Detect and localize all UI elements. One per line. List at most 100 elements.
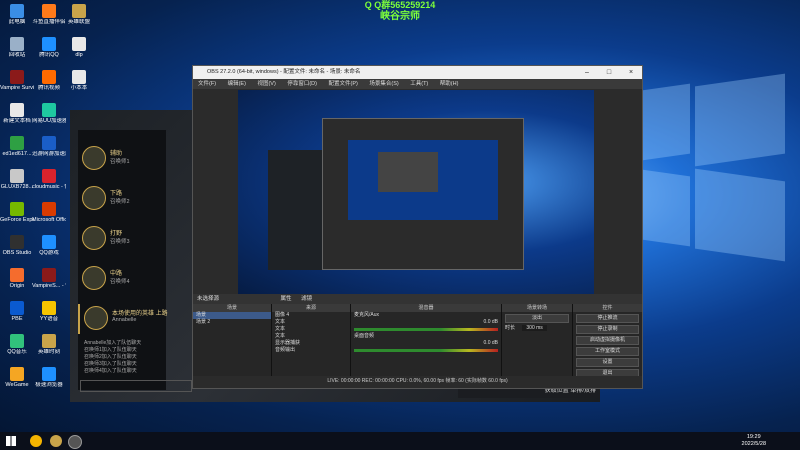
desktop-icon[interactable]: GLUXB728... (0, 169, 34, 190)
settings-button[interactable]: 设置 (576, 358, 639, 367)
app-icon (42, 367, 56, 381)
chat-line: 召唤师1加入了队伍聊天 (84, 347, 137, 353)
desktop-icon-label: 英雄时刻 (37, 349, 60, 355)
source-item[interactable]: 音频输出 (272, 347, 350, 354)
menu-view[interactable]: 视图(V) (257, 81, 275, 87)
desktop-icon[interactable]: cloudmusic - 快捷方式 (32, 169, 66, 190)
studio-mode-button[interactable]: 工作室模式 (576, 347, 639, 356)
chrome-icon[interactable] (30, 435, 42, 447)
desktop-icon[interactable]: GeForce Experience (0, 202, 34, 223)
desktop-icon-label: VampireS... - 快捷方式 (32, 283, 66, 289)
obs-titlebar: OBS 27.2.0 (64-bit, windows) - 配置文件: 未命名… (193, 66, 642, 79)
menu-file[interactable]: 文件(F) (198, 81, 216, 87)
source-item[interactable]: 文本 (272, 319, 350, 326)
summoner-name: 召唤师2 (110, 199, 130, 205)
menu-help[interactable]: 帮助(H) (440, 81, 459, 87)
maximize-icon[interactable]: □ (598, 66, 620, 79)
league-client-icon[interactable] (50, 435, 62, 447)
desktop-icon[interactable]: PBE (0, 301, 34, 322)
desktop-icon[interactable]: dlp (62, 37, 96, 58)
desktop-icon[interactable]: OBS Studio (0, 235, 34, 256)
properties-button[interactable]: 属性 (281, 296, 292, 302)
desktop-icon[interactable]: ed1ed617... (0, 136, 34, 157)
scene-item[interactable]: 场景 (193, 312, 271, 319)
app-icon (10, 169, 24, 183)
mixer-header: 混音器 (351, 304, 501, 312)
desktop-icon-label: 斗鱼直播伴侣 (32, 19, 66, 25)
summoner-name: 召唤师1 (110, 159, 130, 165)
desktop-icon[interactable]: Origin (0, 268, 34, 289)
obs-menubar: 文件(F) 编辑(E) 视图(V) 停靠窗口(D) 配置文件(P) 场景集合(S… (193, 79, 642, 89)
obs-preview[interactable] (238, 90, 594, 294)
source-item[interactable]: 显示器捕获 (272, 340, 350, 347)
app-icon (42, 136, 56, 150)
desktop-icon[interactable]: 腾讯视频 (32, 70, 66, 91)
desktop-icon[interactable]: 英雄时刻 (32, 334, 66, 355)
system-clock[interactable]: 19:29 2022/5/28 (742, 434, 766, 448)
mixer-track-name: 桌面音频 (354, 333, 375, 339)
desktop-icon-label: 腾讯QQ (39, 52, 59, 58)
menu-tools[interactable]: 工具(T) (410, 81, 428, 87)
app-icon (42, 70, 56, 84)
desktop-icon-label: OBS Studio (2, 250, 32, 256)
desktop-icon[interactable]: YY语音 (32, 301, 66, 322)
filters-button[interactable]: 滤镜 (301, 296, 312, 302)
app-icon (10, 334, 24, 348)
virtual-camera-button[interactable]: 启动虚拟摄像机 (576, 336, 639, 345)
controls-panel: 控件 停止推流 停止录制 启动虚拟摄像机 工作室模式 设置 退出 (573, 304, 642, 378)
desktop-icon-label: Origin (9, 283, 25, 289)
app-icon (42, 103, 56, 117)
desktop-icon-label: GLUXB728... (0, 184, 34, 190)
audio-mixer-panel: 混音器 麦克风/Aux 0.0 dB 桌面音频 0.0 dB (351, 304, 502, 376)
menu-scene-collection[interactable]: 场景集合(S) (369, 81, 398, 87)
stop-streaming-button[interactable]: 停止推流 (576, 314, 639, 323)
obs-window: OBS 27.2.0 (64-bit, windows) - 配置文件: 未命名… (192, 65, 643, 389)
chat-input[interactable] (80, 380, 192, 392)
desktop-icon-label: QQ音乐 (7, 349, 27, 355)
desktop-icon[interactable]: 回收站 (0, 37, 34, 58)
champion-portrait-icon (82, 266, 106, 290)
chat-line: 召唤师3加入了队伍聊天 (84, 361, 137, 367)
desktop-icon[interactable]: Microsoft Office (32, 202, 66, 223)
desktop-icon-label: 腾讯视频 (37, 85, 60, 91)
transition-select[interactable]: 淡出 (505, 314, 569, 323)
desktop-icon[interactable]: 斗鱼直播伴侣 (32, 4, 66, 25)
obs-taskbar-icon[interactable] (68, 435, 82, 449)
source-item[interactable]: 文本 (272, 333, 350, 340)
app-icon (72, 37, 86, 51)
desktop-icon[interactable]: 网易UU加速器 (32, 103, 66, 124)
start-icon[interactable] (6, 436, 16, 446)
desktop-icon[interactable]: VampireS... - 快捷方式 (32, 268, 66, 289)
menu-docks[interactable]: 停靠窗口(D) (287, 81, 317, 87)
desktop-icon[interactable]: 新建文本档 (0, 103, 34, 124)
desktop-icon[interactable]: 迅游网游加速器 (32, 136, 66, 157)
desktop-icon-label: Vampire Surviv... (0, 85, 34, 91)
menu-edit[interactable]: 编辑(E) (228, 81, 246, 87)
close-icon[interactable]: × (620, 66, 642, 79)
summoner-name: 召唤师3 (110, 239, 130, 245)
app-icon (10, 367, 24, 381)
scene-item[interactable]: 场景 2 (193, 319, 271, 326)
source-item[interactable]: 图像 4 (272, 312, 350, 319)
app-icon (42, 301, 56, 315)
desktop-icon[interactable]: WeGame (0, 367, 34, 388)
menu-profile[interactable]: 配置文件(P) (328, 81, 357, 87)
source-toolbar: 未选择源 属性 滤镜 (193, 294, 642, 304)
desktop-icon[interactable]: 腾讯QQ (32, 37, 66, 58)
champion-slot: 打野 召唤师3 (78, 224, 188, 254)
source-item[interactable]: 文本 (272, 326, 350, 333)
desktop-icon[interactable]: 极速浏览器 (32, 367, 66, 388)
stop-recording-button[interactable]: 停止录制 (576, 325, 639, 334)
champion-portrait-icon (82, 186, 106, 210)
desktop-icon[interactable]: 英雄联盟 (62, 4, 96, 25)
scenes-header: 场景 (193, 304, 271, 312)
mixer-track-name: 麦克风/Aux (354, 312, 380, 318)
duration-field[interactable]: 300 ms (522, 325, 547, 331)
minimize-icon[interactable]: – (576, 66, 598, 79)
desktop-icon[interactable]: Vampire Surviv... (0, 70, 34, 91)
desktop-icon[interactable]: QQ游戏 (32, 235, 66, 256)
volume-meter (354, 349, 498, 352)
desktop-icon[interactable]: 此电脑 (0, 4, 34, 25)
desktop-icon[interactable]: QQ音乐 (0, 334, 34, 355)
desktop-icon[interactable]: 小本本 (62, 70, 96, 91)
